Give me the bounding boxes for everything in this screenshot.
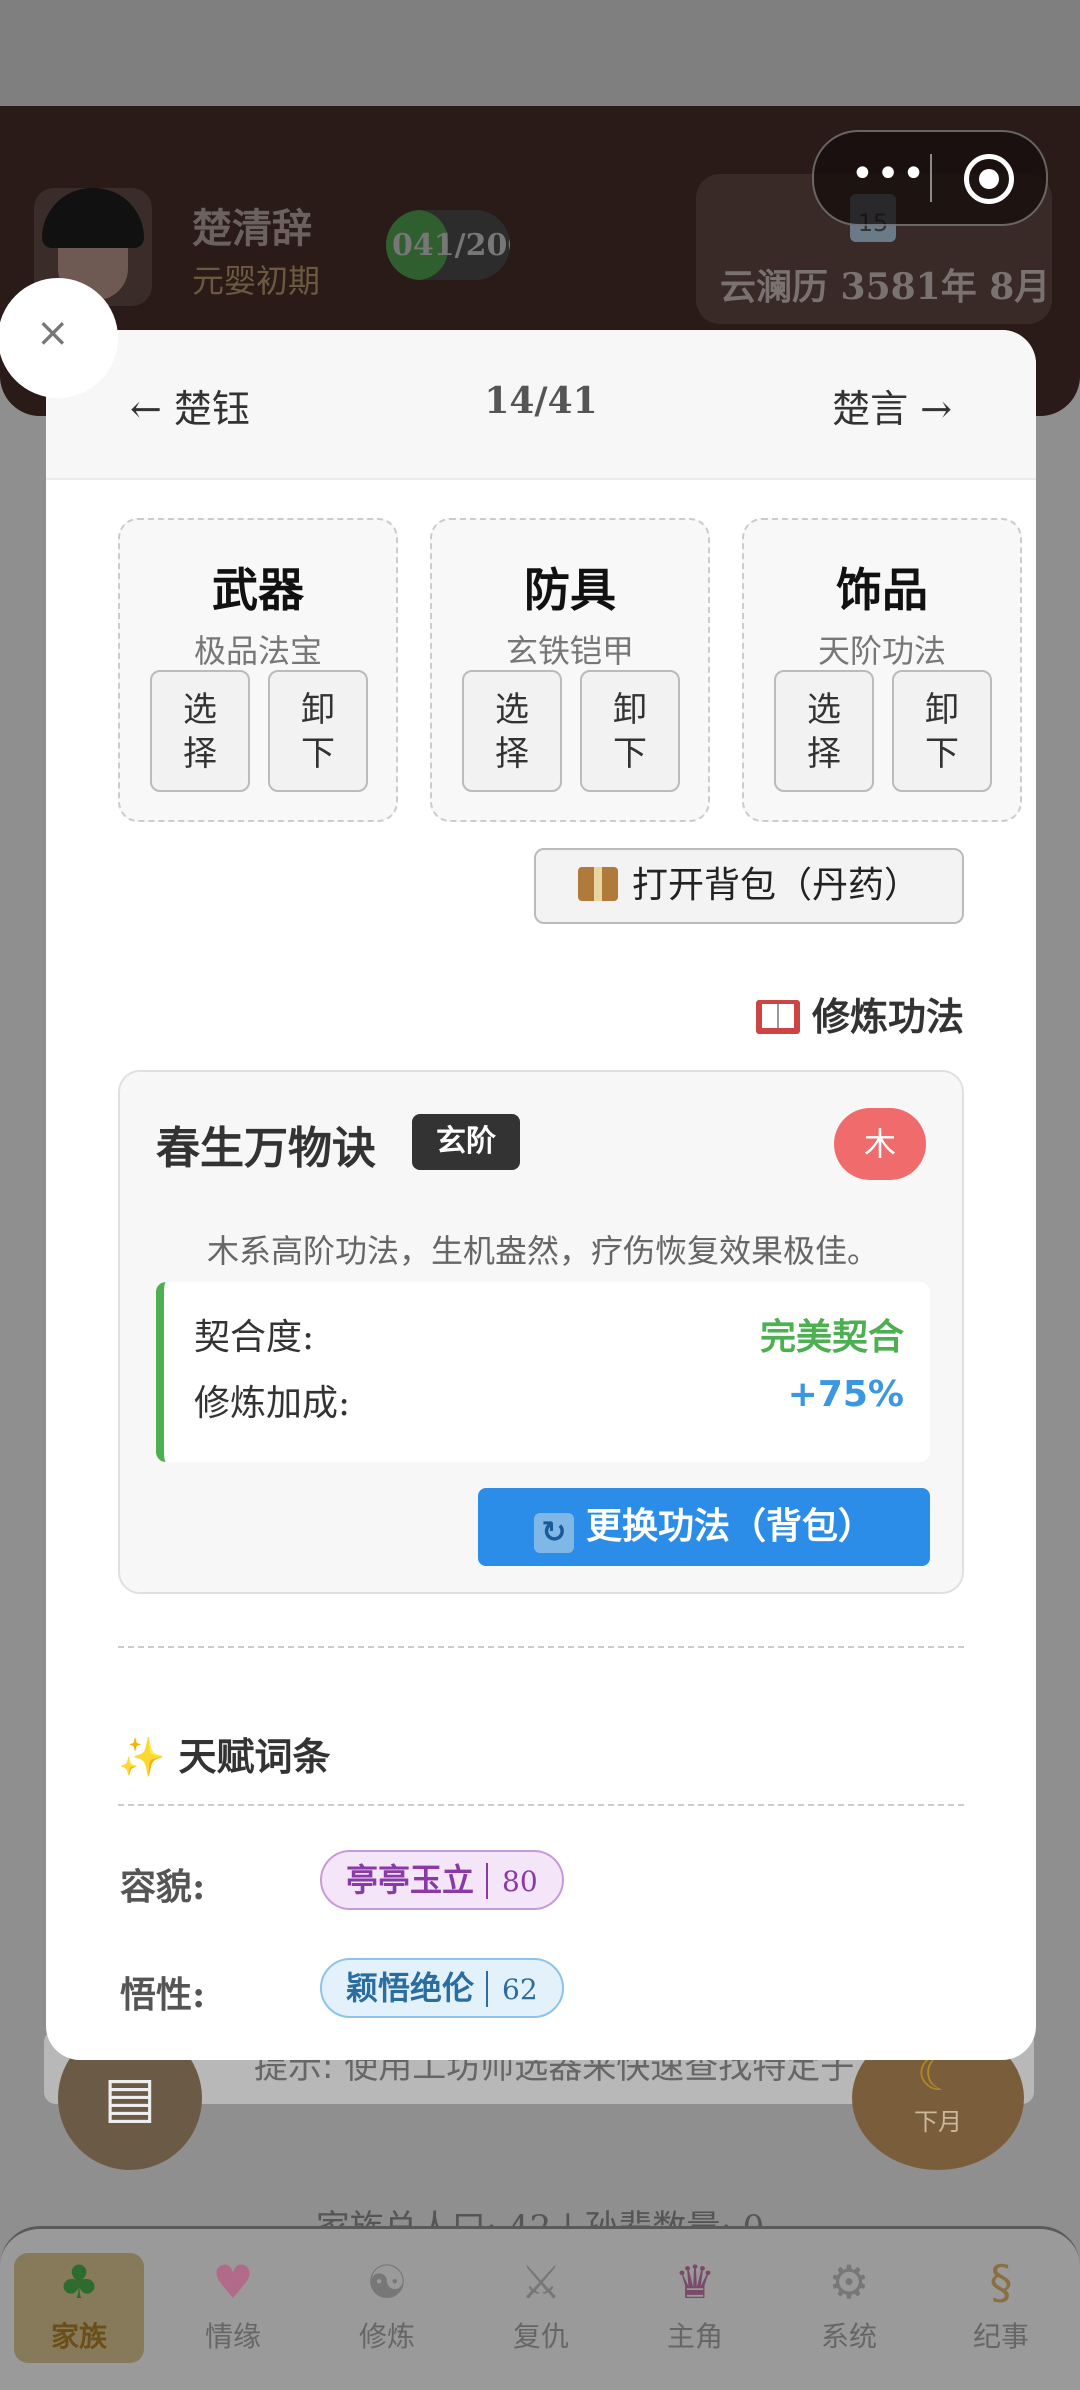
divider [118, 1646, 964, 1648]
tab-protagonist[interactable]: ♛ 主角 [630, 2253, 760, 2363]
book-icon [755, 1000, 800, 1034]
close-target-icon[interactable] [964, 154, 1014, 204]
exp-text: 041/200 [392, 228, 510, 263]
open-bag-button[interactable]: 打开背包（丹药） [534, 848, 964, 924]
talent-name: 亭亭玉立 [346, 1861, 475, 1899]
character-name: 楚清辞 [192, 205, 312, 252]
calendar-text: 云澜历 3581年 8月 [720, 266, 1051, 308]
talent-heading: ✨ 天赋词条 [118, 1735, 331, 1779]
swap-technique-label: 更换功法（背包） [585, 1506, 874, 1547]
technique-stats: 契合度: 完美契合 修炼加成: +75% [156, 1282, 930, 1462]
talent-label-appearance: 容貌: [120, 1866, 206, 1908]
technique-description: 木系高阶功法，生机盎然，疗伤恢复效果极佳。 [206, 1232, 879, 1270]
tab-cultivate[interactable]: ☯ 修炼 [322, 2253, 452, 2363]
unequip-accessory-button[interactable]: 卸 下 [892, 670, 992, 792]
select-armor-button[interactable]: 选 择 [462, 670, 562, 792]
talent-value: 62 [502, 1973, 538, 2006]
tab-label: 主角 [666, 2320, 723, 2353]
more-icon[interactable]: ••• [844, 152, 934, 196]
divider [118, 1804, 964, 1806]
talent-value: 80 [502, 1865, 538, 1898]
fit-label: 契合度: [194, 1317, 315, 1358]
tab-system[interactable]: ⚙ 系统 [784, 2253, 914, 2363]
scroll-icon: § [989, 2255, 1013, 2309]
tree-icon: ♣ [58, 2255, 100, 2309]
tab-romance[interactable]: ♥ 情缘 [168, 2253, 298, 2363]
tab-label: 纪事 [972, 2320, 1029, 2353]
heart-icon: ♥ [212, 2255, 254, 2309]
select-weapon-button[interactable]: 选 择 [150, 670, 250, 792]
slot-item: 极品法宝 [193, 632, 322, 670]
unequip-weapon-button[interactable]: 卸 下 [268, 670, 368, 792]
unequip-armor-button[interactable]: 卸 下 [580, 670, 680, 792]
tab-label: 系统 [820, 2320, 877, 2353]
close-button[interactable]: × [0, 278, 118, 398]
talent-tag-appearance[interactable]: 亭亭玉立 80 [320, 1850, 564, 1910]
close-icon: × [36, 310, 70, 356]
select-accessory-button[interactable]: 选 择 [774, 670, 874, 792]
slot-item: 天阶功法 [817, 632, 946, 670]
weapon-slot: 武器 极品法宝 选 择 卸 下 [118, 518, 398, 822]
next-member-link[interactable]: 楚言 → [832, 378, 952, 433]
tab-label: 修炼 [358, 2320, 415, 2353]
tab-label: 家族 [50, 2320, 107, 2353]
miniprogram-capsule: ••• [812, 130, 1048, 226]
armor-slot: 防具 玄铁铠甲 选 择 卸 下 [430, 518, 710, 822]
exp-progress: 041/200 [386, 210, 510, 280]
bonus-label: 修炼加成: [194, 1383, 351, 1424]
cultivation-heading: 修炼功法 [755, 986, 964, 1041]
character-detail-modal: ← 楚钰 14/41 楚言 → 武器 极品法宝 选 择 卸 下 防具 玄铁铠甲 … [46, 330, 1036, 2060]
package-icon [577, 867, 618, 901]
status-bar [0, 0, 1080, 106]
member-nav: ← 楚钰 14/41 楚言 → [46, 330, 1036, 480]
element-badge: 木 [834, 1108, 926, 1180]
talent-label-comprehension: 悟性: [120, 1974, 206, 2016]
slot-title: 武器 [212, 563, 304, 617]
tab-chronicle[interactable]: § 纪事 [936, 2253, 1066, 2363]
tab-bar: ♣ 家族 ♥ 情缘 ☯ 修炼 ⚔ 复仇 ♛ 主角 ⚙ 系统 § 纪事 [0, 2226, 1080, 2390]
bonus-value: +75% [787, 1374, 904, 1415]
character-realm: 元婴初期 [192, 262, 321, 300]
tab-label: 情缘 [204, 2320, 261, 2353]
slot-item: 玄铁铠甲 [505, 632, 634, 670]
talent-name: 颖悟绝伦 [346, 1969, 475, 2007]
tab-family[interactable]: ♣ 家族 [14, 2253, 144, 2363]
tab-revenge[interactable]: ⚔ 复仇 [476, 2253, 606, 2363]
refresh-icon: ↻ [533, 1513, 574, 1553]
technique-card: 春生万物诀 玄阶 木 木系高阶功法，生机盎然，疗伤恢复效果极佳。 契合度: 完美… [118, 1070, 964, 1594]
witch-icon: ♛ [674, 2255, 716, 2309]
slot-title: 饰品 [836, 563, 928, 617]
meditate-icon: ☯ [366, 2255, 408, 2309]
newspaper-icon: ▤ [103, 2065, 157, 2130]
accessory-slot: 饰品 天阶功法 选 择 卸 下 [742, 518, 1022, 822]
fit-value: 完美契合 [759, 1317, 904, 1358]
technique-name: 春生万物诀 [156, 1123, 376, 1174]
gear-icon: ⚙ [828, 2255, 870, 2309]
swords-icon: ⚔ [520, 2255, 562, 2309]
talent-tag-comprehension[interactable]: 颖悟绝伦 62 [320, 1958, 564, 2018]
tab-label: 复仇 [512, 2320, 569, 2353]
open-bag-label: 打开背包（丹药） [631, 865, 920, 906]
slot-title: 防具 [524, 563, 616, 617]
next-month-label: 下月 [914, 2108, 962, 2136]
swap-technique-button[interactable]: ↻ 更换功法（背包） [478, 1488, 930, 1566]
technique-tier-badge: 玄阶 [412, 1114, 520, 1170]
